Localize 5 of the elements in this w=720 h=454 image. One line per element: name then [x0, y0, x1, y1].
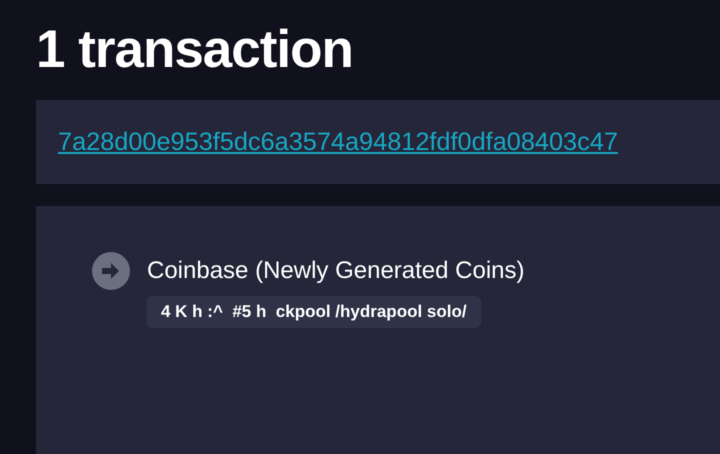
input-label: Coinbase (Newly Generated Coins) — [147, 257, 525, 285]
page-heading: 1 transaction — [36, 19, 354, 81]
script-tag: 4 K h :^ #5 h ckpool /hydrapool solo/ — [147, 296, 481, 328]
txid-link[interactable]: 7a28d00e953f5dc6a3574a94812fdf0dfa08403c47 — [58, 128, 618, 156]
arrow-right-icon — [92, 252, 130, 290]
